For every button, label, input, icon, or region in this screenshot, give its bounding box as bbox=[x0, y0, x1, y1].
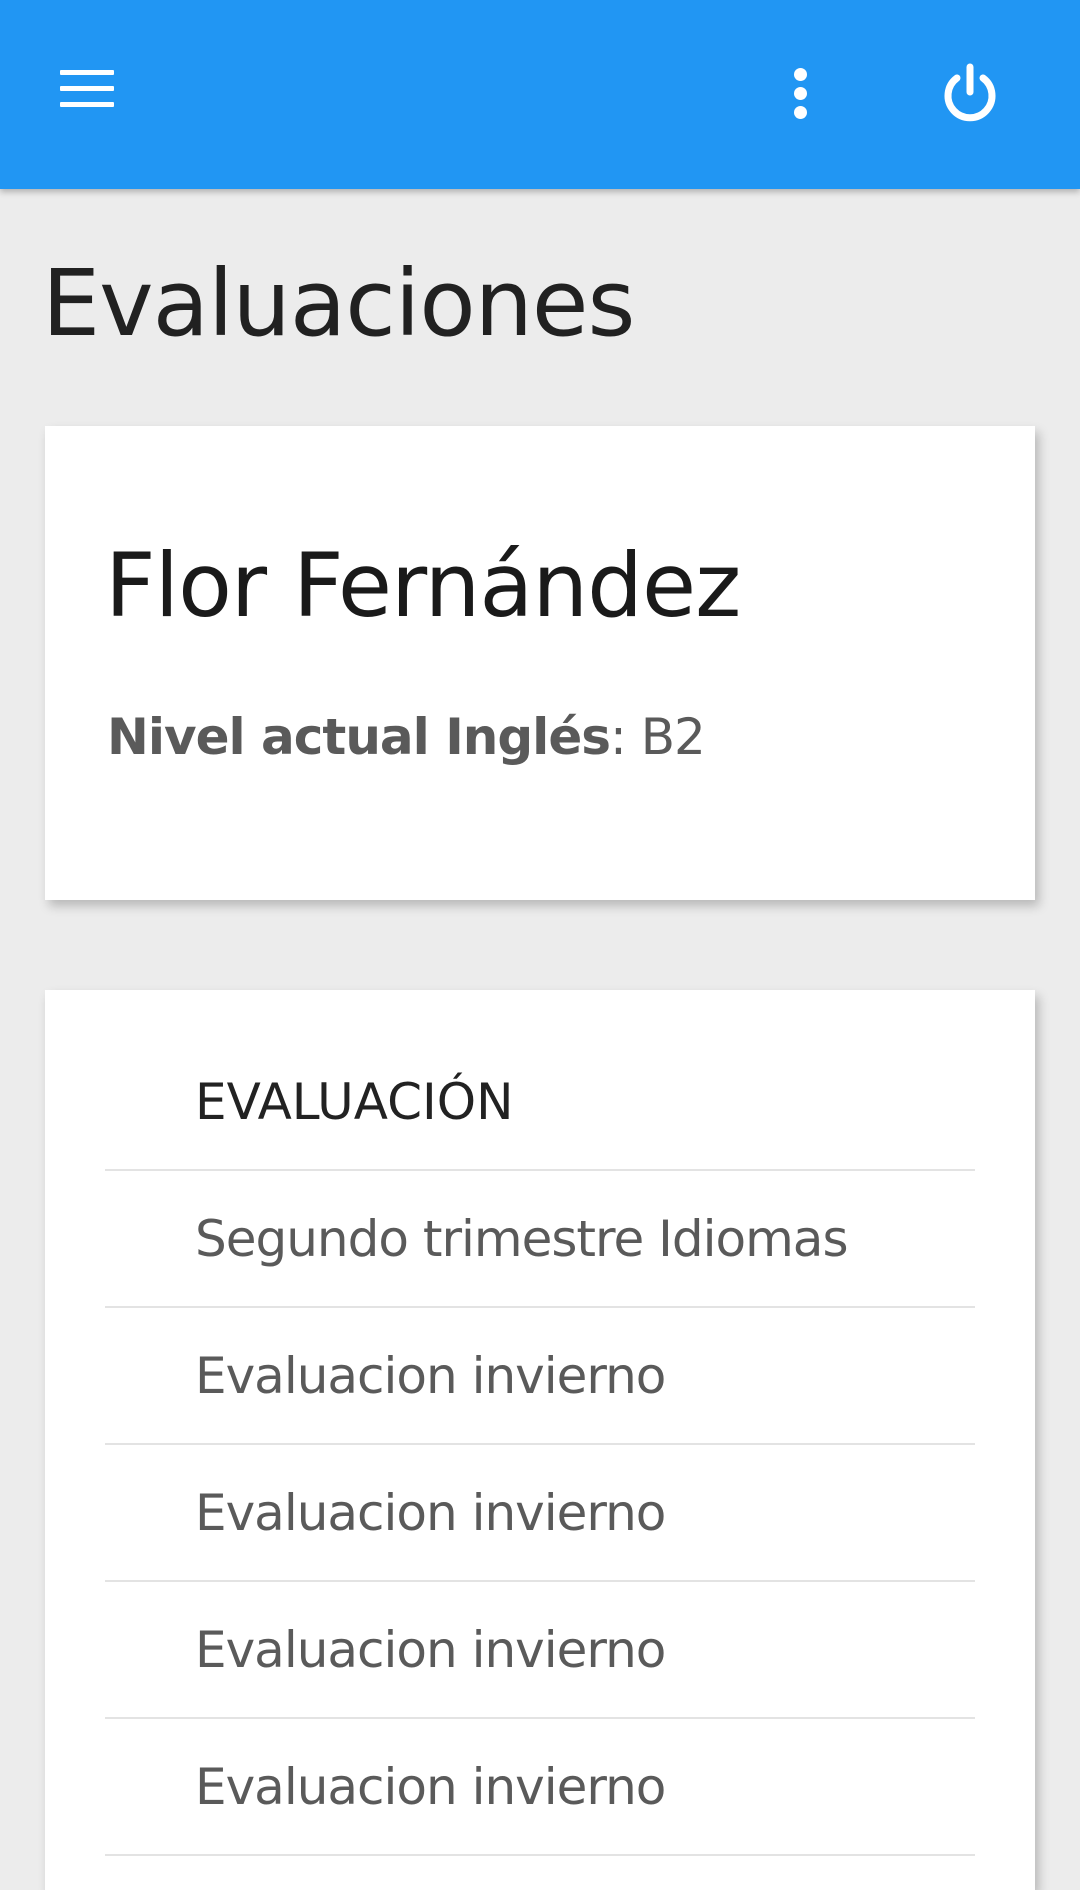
evaluation-name: Segundo trimestre Idiomas bbox=[195, 1209, 848, 1268]
power-icon bbox=[944, 63, 996, 122]
table-row[interactable]: Evaluacion invierno 09 bbox=[105, 1582, 975, 1719]
table-row[interactable]: Segundo trimestre Idiomas 01 bbox=[105, 1171, 975, 1308]
evaluation-name: Evaluacion invierno bbox=[195, 1346, 666, 1405]
page-title: Evaluaciones bbox=[42, 250, 635, 357]
student-name: Flor Fernández bbox=[105, 534, 741, 637]
logout-button[interactable] bbox=[930, 56, 1010, 132]
evaluation-name: Evaluacion invierno bbox=[195, 1620, 666, 1679]
table-row[interactable]: Evaluacion invierno 09 bbox=[105, 1719, 975, 1856]
table-row[interactable]: Evaluacion invierno 09 bbox=[105, 1445, 975, 1582]
student-profile-card: Flor Fernández Nivel actual Inglés: B2 bbox=[45, 426, 1035, 900]
current-level-value: B2 bbox=[640, 708, 706, 766]
table-header-row: EVALUACIÓN FE bbox=[105, 1034, 975, 1171]
current-level: Nivel actual Inglés: B2 bbox=[107, 712, 706, 762]
evaluation-name: Evaluacion invierno bbox=[195, 1483, 666, 1542]
column-header-evaluation[interactable]: EVALUACIÓN bbox=[195, 1034, 514, 1169]
menu-button[interactable] bbox=[44, 52, 130, 128]
evaluations-table-card: EVALUACIÓN FE Segundo trimestre Idiomas … bbox=[45, 990, 1035, 1890]
evaluation-name: Evaluacion invierno bbox=[195, 1757, 666, 1816]
more-options-button[interactable] bbox=[770, 56, 832, 132]
table-row[interactable]: Evaluacion invierno 09 bbox=[105, 1308, 975, 1445]
evaluations-table[interactable]: EVALUACIÓN FE Segundo trimestre Idiomas … bbox=[105, 990, 975, 1890]
current-level-separator: : bbox=[610, 708, 641, 766]
app-bar bbox=[0, 0, 1080, 189]
current-level-label: Nivel actual Inglés bbox=[107, 708, 611, 766]
